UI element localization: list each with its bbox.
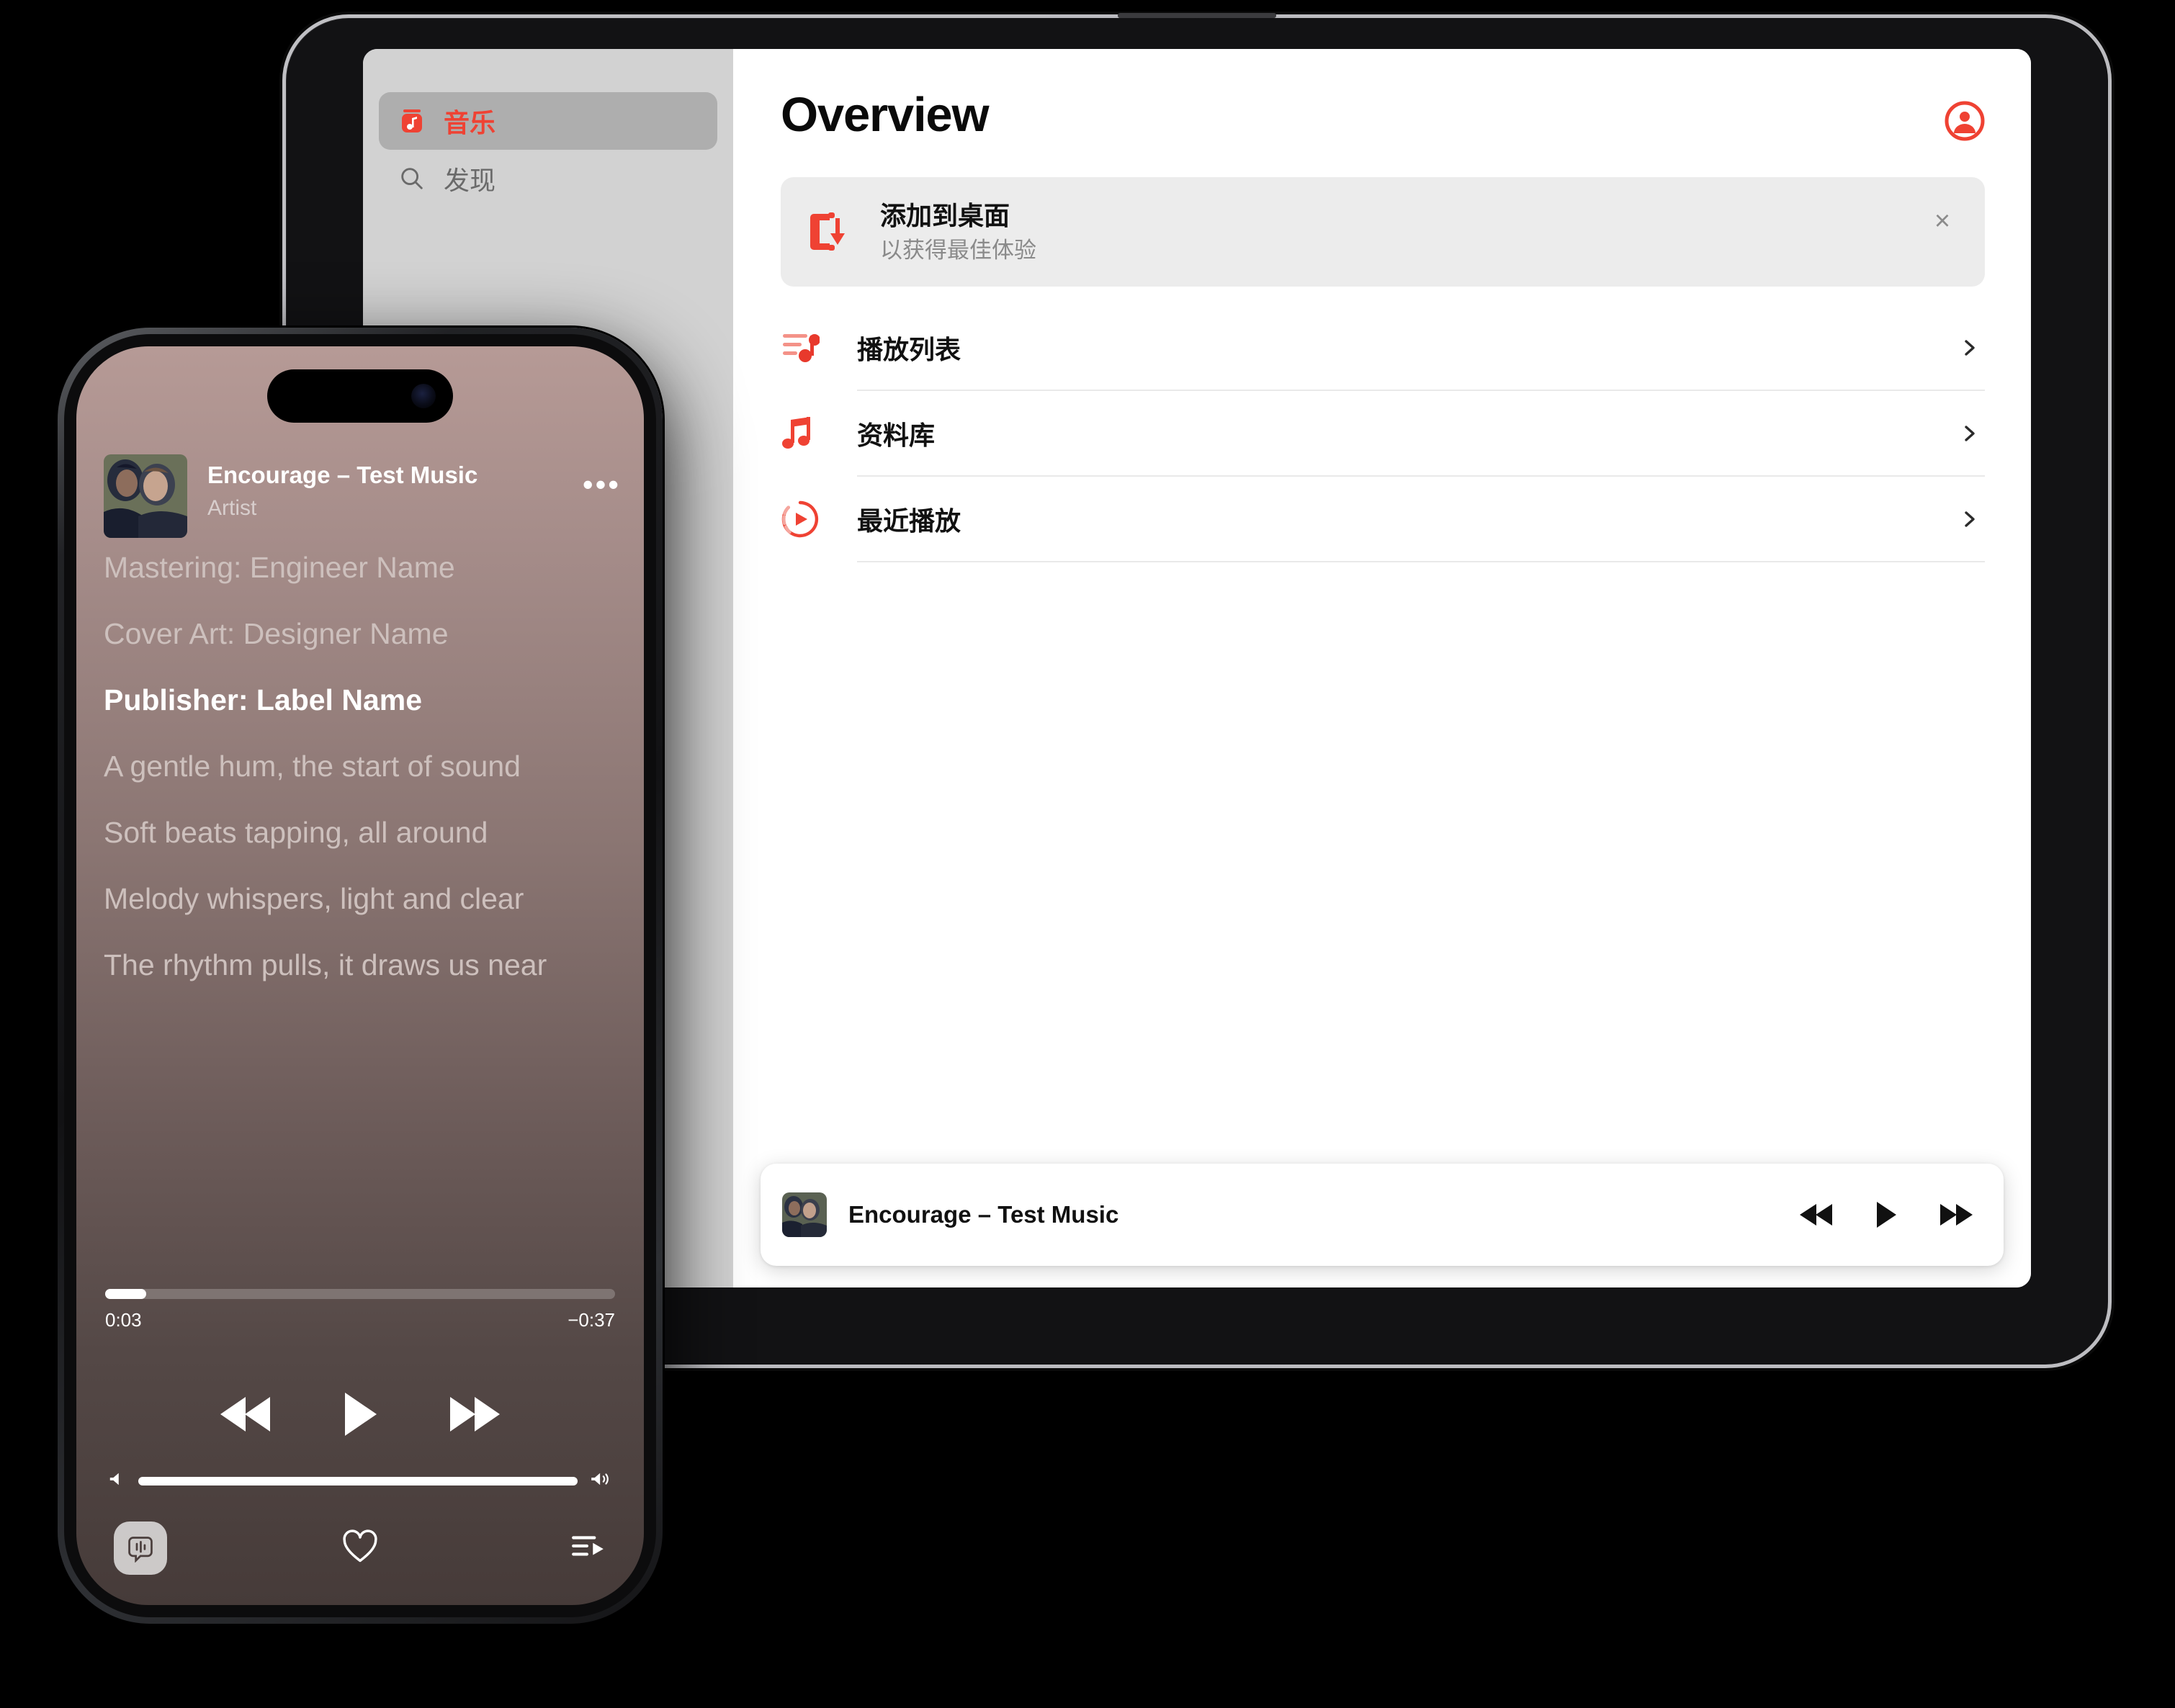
progress-section: 0:03 −0:37 — [105, 1289, 615, 1331]
lyric-line-current: Publisher: Label Name — [104, 683, 423, 717]
lyric-line: Melody whispers, light and clear — [104, 882, 524, 916]
remaining-time: −0:37 — [568, 1309, 615, 1331]
sidebar-item-label: 发现 — [444, 166, 496, 195]
volume-section — [108, 1470, 612, 1491]
lyric-line: The rhythm pulls, it draws us near — [104, 948, 547, 982]
lyric-line: Soft beats tapping, all around — [104, 816, 488, 850]
lyric-line: Cover Art: Designer Name — [104, 617, 449, 651]
album-art-thumbnail — [782, 1192, 827, 1237]
mini-player-bar: Encourage – Test Music — [761, 1164, 2004, 1266]
promo-text-block: 添加到桌面 以获得最佳体验 — [880, 199, 1036, 264]
play-button[interactable] — [1874, 1200, 1898, 1230]
now-playing-meta: Encourage – Test Music Artist — [207, 454, 578, 521]
transport-controls — [76, 1389, 644, 1439]
mini-player-track-title: Encourage – Test Music — [848, 1201, 1119, 1228]
promo-title: 添加到桌面 — [880, 201, 1010, 231]
queue-list-icon — [570, 1532, 606, 1565]
fast-forward-button[interactable] — [447, 1392, 503, 1437]
more-options-button[interactable]: ••• — [578, 454, 621, 502]
front-camera-icon — [411, 384, 436, 408]
page-title: Overview — [781, 88, 990, 142]
nav-row-recently-played[interactable]: 最近播放 — [781, 477, 1985, 561]
nav-row-playlists[interactable]: 播放列表 — [781, 305, 1985, 390]
elapsed-time: 0:03 — [105, 1309, 142, 1331]
track-title: Encourage – Test Music — [207, 462, 478, 488]
nav-row-label: 资料库 — [857, 420, 936, 450]
nav-row-label: 播放列表 — [857, 334, 961, 364]
rewind-button[interactable] — [218, 1392, 274, 1437]
add-to-home-screen-icon — [808, 210, 848, 254]
lyrics-tab[interactable] — [114, 1522, 278, 1575]
search-icon — [398, 164, 426, 193]
overview-nav-list: 播放列表 资料库 最近播放 — [781, 305, 1985, 562]
sidebar-item-label: 音乐 — [444, 108, 496, 138]
chevron-right-icon — [1960, 510, 1979, 529]
progress-slider[interactable] — [105, 1289, 615, 1299]
add-to-home-banner[interactable]: 添加到桌面 以获得最佳体验 × — [781, 177, 1985, 287]
now-playing-header: Encourage – Test Music Artist ••• — [104, 454, 621, 538]
lyric-line: A gentle hum, the start of sound — [104, 750, 521, 783]
chevron-right-icon — [1960, 338, 1979, 357]
heart-icon — [341, 1529, 379, 1568]
favorite-tab[interactable] — [278, 1529, 442, 1568]
promo-subtitle: 以获得最佳体验 — [880, 238, 1036, 264]
lyrics-bubble-icon — [114, 1522, 167, 1575]
volume-low-icon — [108, 1470, 125, 1491]
dynamic-island — [267, 369, 453, 423]
fast-forward-button[interactable] — [1937, 1200, 1975, 1229]
recent-play-icon — [781, 500, 820, 539]
close-icon[interactable]: × — [1930, 207, 1955, 235]
volume-slider[interactable] — [138, 1476, 578, 1485]
lyrics-panel[interactable]: Mastering: Engineer Name Cover Art: Desi… — [104, 549, 616, 1013]
main-content: Overview 添加到桌面 以获得最佳体验 × 播放列表 资料库 最近播放 E… — [733, 49, 2031, 1287]
artist-name: Artist — [207, 495, 257, 520]
nav-divider — [857, 561, 1985, 562]
phone-screen: Encourage – Test Music Artist ••• Master… — [76, 346, 644, 1605]
queue-tab[interactable] — [442, 1532, 606, 1565]
overview-header: Overview — [781, 91, 1985, 141]
time-labels: 0:03 −0:37 — [105, 1309, 615, 1331]
mini-player-controls — [1798, 1200, 1975, 1230]
music-app-icon — [398, 107, 426, 135]
volume-high-icon — [591, 1470, 612, 1491]
nav-row-label: 最近播放 — [857, 505, 961, 536]
phone-device: Encourage – Test Music Artist ••• Master… — [58, 328, 663, 1624]
chevron-right-icon — [1960, 424, 1979, 443]
screenshot-stage: 音乐 发现 Overview 添加到桌面 以获得最佳体验 × 播放列表 资料库 … — [0, 0, 2175, 1708]
album-art — [104, 454, 187, 538]
nav-row-library[interactable]: 资料库 — [781, 391, 1985, 475]
tablet-microphone — [1118, 13, 1276, 18]
playlist-note-icon — [781, 328, 820, 367]
music-note-icon — [781, 414, 820, 453]
lyric-line: Mastering: Engineer Name — [104, 551, 455, 584]
sidebar-item-discover[interactable]: 发现 — [379, 150, 717, 207]
progress-fill — [105, 1289, 146, 1299]
rewind-button[interactable] — [1798, 1200, 1835, 1229]
bottom-tab-bar — [76, 1522, 644, 1575]
play-button[interactable] — [340, 1389, 380, 1439]
account-circle-icon[interactable] — [1945, 101, 1985, 141]
sidebar-item-music[interactable]: 音乐 — [379, 92, 717, 150]
